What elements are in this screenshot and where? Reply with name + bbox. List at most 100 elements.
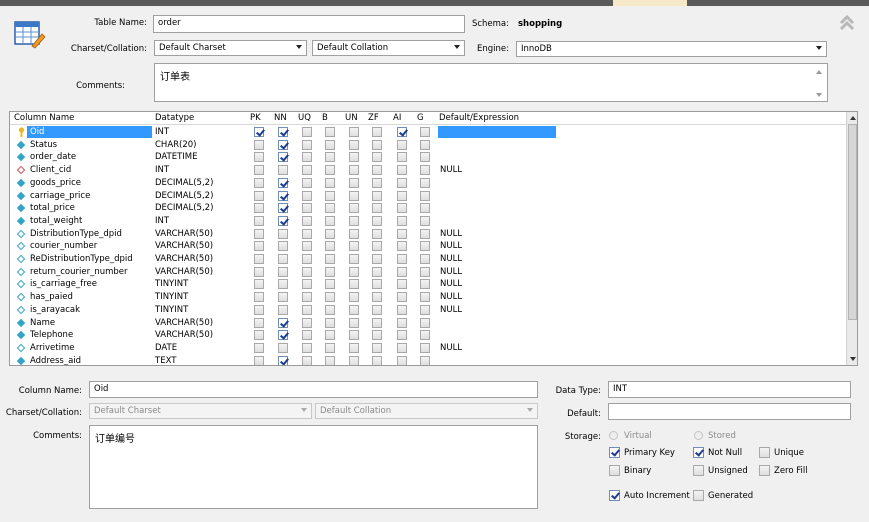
ai-checkbox[interactable] xyxy=(397,228,407,239)
ai-checkbox[interactable] xyxy=(397,203,407,214)
column-name-cell[interactable]: total_price xyxy=(30,203,75,213)
datatype-cell[interactable]: DATE xyxy=(155,343,177,353)
zf-checkbox[interactable] xyxy=(372,241,382,252)
table-row[interactable]: order_date DATETIME xyxy=(10,151,846,164)
nn-checkbox[interactable] xyxy=(278,203,288,214)
pk-checkbox[interactable] xyxy=(254,215,264,226)
uq-checkbox[interactable] xyxy=(302,304,312,315)
pk-checkbox[interactable] xyxy=(254,355,264,365)
table-name-input[interactable]: order xyxy=(153,15,465,33)
table-row[interactable]: Arrivetime DATE NULL xyxy=(10,342,846,355)
datatype-cell[interactable]: VARCHAR(50) xyxy=(155,318,213,328)
datatype-cell[interactable]: DATETIME xyxy=(155,152,198,162)
zf-checkbox[interactable] xyxy=(372,279,382,290)
column-name-cell[interactable]: Address_aid xyxy=(30,356,81,365)
g-checkbox[interactable] xyxy=(420,139,430,150)
g-checkbox[interactable] xyxy=(420,266,430,277)
default-expression-cell[interactable]: NULL xyxy=(440,229,462,239)
default-expression-cell[interactable]: NULL xyxy=(440,165,462,175)
ai-checkbox[interactable] xyxy=(397,241,407,252)
ai-checkbox[interactable] xyxy=(397,304,407,315)
column-name-cell[interactable]: return_courier_number xyxy=(30,267,128,277)
uq-checkbox[interactable] xyxy=(302,355,312,365)
uq-checkbox[interactable] xyxy=(302,177,312,188)
table-row[interactable]: is_arayacak TINYINT NULL xyxy=(10,304,846,317)
zf-checkbox[interactable] xyxy=(372,254,382,264)
b-checkbox[interactable] xyxy=(325,215,335,226)
zf-checkbox[interactable] xyxy=(372,177,382,188)
nn-checkbox[interactable] xyxy=(278,330,288,341)
table-row[interactable]: has_paied TINYINT NULL xyxy=(10,291,846,304)
g-checkbox[interactable] xyxy=(420,228,430,239)
table-row[interactable]: Telephone VARCHAR(50) xyxy=(10,329,846,342)
uq-checkbox[interactable] xyxy=(302,266,312,277)
table-row[interactable]: courier_number VARCHAR(50) NULL xyxy=(10,240,846,253)
ai-checkbox[interactable] xyxy=(397,355,407,365)
un-checkbox[interactable] xyxy=(349,203,359,214)
scroll-up-icon[interactable] xyxy=(850,116,856,120)
table-row[interactable]: Client_cid INT NULL xyxy=(10,164,846,177)
un-checkbox[interactable] xyxy=(349,139,359,150)
b-checkbox[interactable] xyxy=(325,241,335,252)
b-checkbox[interactable] xyxy=(325,165,335,176)
uq-checkbox[interactable] xyxy=(302,203,312,214)
uq-checkbox[interactable] xyxy=(302,279,312,290)
charset-select[interactable]: Default Charset xyxy=(154,40,307,56)
ai-checkbox[interactable] xyxy=(397,266,407,277)
nn-checkbox[interactable] xyxy=(278,228,288,239)
ai-checkbox[interactable] xyxy=(397,152,407,163)
zero-fill-checkbox[interactable] xyxy=(759,465,770,476)
uq-checkbox[interactable] xyxy=(302,139,312,150)
table-row[interactable]: total_price DECIMAL(5,2) xyxy=(10,202,846,215)
default-expression-cell[interactable]: NULL xyxy=(440,292,462,302)
column-name-cell[interactable]: Status xyxy=(30,140,57,150)
datatype-cell[interactable]: TINYINT xyxy=(155,292,188,302)
table-row[interactable]: ReDistributionType_dpid VARCHAR(50) NULL xyxy=(10,253,846,266)
g-checkbox[interactable] xyxy=(420,330,430,341)
ai-checkbox[interactable] xyxy=(397,292,407,303)
b-checkbox[interactable] xyxy=(325,317,335,328)
datatype-cell[interactable]: INT xyxy=(155,127,169,137)
datatype-cell[interactable]: DECIMAL(5,2) xyxy=(155,203,213,213)
column-name-cell[interactable]: total_weight xyxy=(30,216,82,226)
zf-checkbox[interactable] xyxy=(372,152,382,163)
column-name-cell[interactable]: has_paied xyxy=(30,292,73,302)
header-b[interactable]: B xyxy=(322,113,328,123)
ai-checkbox[interactable] xyxy=(397,342,407,353)
ai-checkbox[interactable] xyxy=(397,127,407,137)
ai-checkbox[interactable] xyxy=(397,215,407,226)
grid-scrollbar[interactable] xyxy=(846,112,857,365)
column-charset-select[interactable]: Default Charset xyxy=(89,403,312,419)
uq-checkbox[interactable] xyxy=(302,215,312,226)
un-checkbox[interactable] xyxy=(349,330,359,341)
zf-checkbox[interactable] xyxy=(372,342,382,353)
g-checkbox[interactable] xyxy=(420,342,430,353)
unsigned-checkbox[interactable] xyxy=(693,465,704,476)
g-checkbox[interactable] xyxy=(420,203,430,214)
nn-checkbox[interactable] xyxy=(278,342,288,353)
table-row[interactable]: Name VARCHAR(50) xyxy=(10,317,846,330)
g-checkbox[interactable] xyxy=(420,152,430,163)
uq-checkbox[interactable] xyxy=(302,241,312,252)
datatype-cell[interactable]: TINYINT xyxy=(155,279,188,289)
table-row[interactable]: Oid INT xyxy=(10,126,846,139)
datatype-cell[interactable]: VARCHAR(50) xyxy=(155,254,213,264)
default-expression-cell[interactable]: NULL xyxy=(440,279,462,289)
nn-checkbox[interactable] xyxy=(278,355,288,365)
zf-checkbox[interactable] xyxy=(372,355,382,365)
scrollbar-thumb[interactable] xyxy=(848,124,857,320)
b-checkbox[interactable] xyxy=(325,177,335,188)
ai-checkbox[interactable] xyxy=(397,279,407,290)
zf-checkbox[interactable] xyxy=(372,228,382,239)
ai-checkbox[interactable] xyxy=(397,317,407,328)
b-checkbox[interactable] xyxy=(325,254,335,264)
zf-checkbox[interactable] xyxy=(372,266,382,277)
nn-checkbox[interactable] xyxy=(278,215,288,226)
uq-checkbox[interactable] xyxy=(302,342,312,353)
pk-checkbox[interactable] xyxy=(254,317,264,328)
header-pk[interactable]: PK xyxy=(250,113,261,123)
zf-checkbox[interactable] xyxy=(372,139,382,150)
un-checkbox[interactable] xyxy=(349,190,359,201)
default-expression-cell[interactable]: NULL xyxy=(440,241,462,251)
g-checkbox[interactable] xyxy=(420,127,430,137)
